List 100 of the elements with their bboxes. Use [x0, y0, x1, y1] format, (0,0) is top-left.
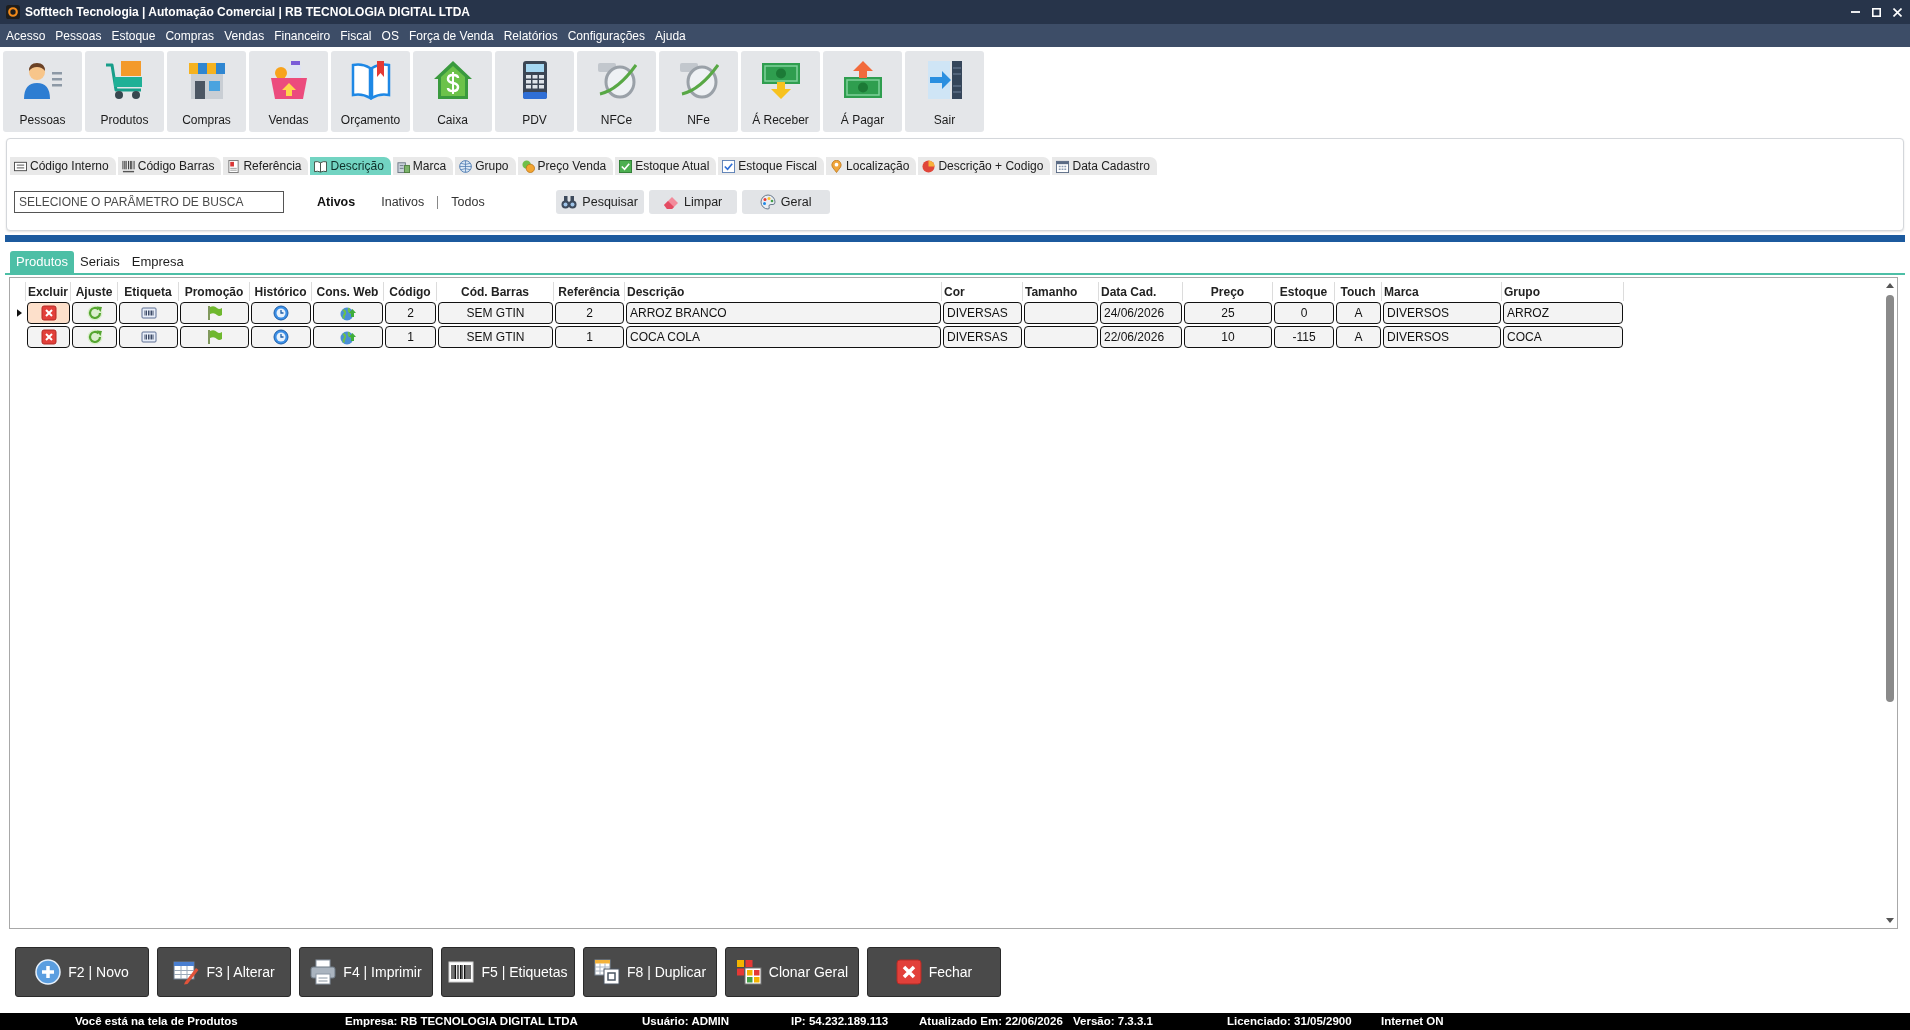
action-cell[interactable]	[27, 302, 70, 324]
toolbar-button[interactable]: NFe	[659, 51, 738, 132]
search-tab[interactable]: Código Barras	[117, 157, 222, 175]
toolbar-button[interactable]: Produtos	[85, 51, 164, 132]
column-header[interactable]: Touch	[1335, 282, 1382, 301]
column-header[interactable]: Descrição	[625, 282, 942, 301]
action-cell[interactable]	[119, 326, 178, 348]
filter-option[interactable]: Ativos	[304, 192, 369, 212]
clear-button[interactable]: Limpar	[648, 190, 737, 214]
search-tab[interactable]: Grupo	[455, 157, 516, 175]
search-tab[interactable]: Localização	[826, 157, 917, 175]
column-header[interactable]: Preço	[1183, 282, 1273, 301]
close-button[interactable]: Fechar	[867, 947, 1001, 997]
tab[interactable]: Empresa	[125, 251, 190, 273]
menu-item[interactable]: Fiscal	[340, 26, 372, 45]
menu-item[interactable]: Relatórios	[503, 26, 558, 45]
building-icon	[396, 159, 410, 173]
labels-button[interactable]: F5 | Etiquetas	[441, 947, 575, 997]
action-cell[interactable]	[251, 326, 311, 348]
duplicate-button[interactable]: F8 | Duplicar	[583, 947, 717, 997]
column-header[interactable]: Tamanho	[1023, 282, 1099, 301]
refresh-icon	[86, 305, 103, 321]
action-cell[interactable]	[72, 326, 117, 348]
column-header[interactable]: Cons. Web	[312, 282, 384, 301]
clone-button[interactable]: Clonar Geral	[725, 947, 859, 997]
maximize-icon[interactable]	[1872, 7, 1881, 17]
globe-icon	[459, 159, 473, 173]
action-cell[interactable]	[180, 326, 249, 348]
filter-option[interactable]: Inativos	[368, 192, 438, 212]
menu-item[interactable]: Financeiro	[274, 26, 331, 45]
column-header[interactable]: Ajuste	[71, 282, 118, 301]
toolbar-button[interactable]: Á Receber	[741, 51, 820, 132]
search-field[interactable]: SELECIONE O PARÂMETRO DE BUSCA	[14, 191, 284, 213]
search-tab[interactable]: Descrição	[310, 157, 391, 175]
action-cell[interactable]	[313, 302, 383, 324]
x-square-icon	[895, 959, 922, 985]
search-tab[interactable]: Referência	[223, 157, 309, 175]
action-cell[interactable]	[27, 326, 70, 348]
action-cell[interactable]	[180, 302, 249, 324]
search-tab[interactable]: Preço Venda	[517, 157, 614, 175]
print-button[interactable]: F4 | Imprimir	[299, 947, 433, 997]
search-tab[interactable]: Estoque Atual	[615, 157, 717, 175]
menu-item[interactable]: Vendas	[224, 26, 265, 45]
search-tab[interactable]: Data Cadastro	[1052, 157, 1157, 175]
column-header[interactable]: Grupo	[1502, 282, 1624, 301]
action-cell[interactable]	[119, 302, 178, 324]
scrollbar-thumb[interactable]	[1886, 295, 1894, 702]
toolbar-button[interactable]: Compras	[167, 51, 246, 132]
toolbar-button[interactable]: Caixa	[413, 51, 492, 132]
toolbar-button[interactable]: Sair	[905, 51, 984, 132]
search-tab[interactable]: Descrição + Codigo	[918, 157, 1051, 175]
toolbar-button[interactable]: PDV	[495, 51, 574, 132]
toolbar-button[interactable]: Vendas	[249, 51, 328, 132]
menu-item[interactable]: OS	[381, 26, 399, 45]
menu-item[interactable]: Força de Venda	[408, 26, 494, 45]
column-header[interactable]: Histórico	[250, 282, 312, 301]
column-header[interactable]: Data Cad.	[1099, 282, 1183, 301]
action-cell[interactable]	[313, 326, 383, 348]
new-button[interactable]: F2 | Novo	[15, 947, 149, 997]
column-header[interactable]: Estoque	[1273, 282, 1335, 301]
status-text: Usuário: ADMIN	[642, 1013, 731, 1029]
action-cell[interactable]	[72, 302, 117, 324]
history-icon	[273, 305, 289, 321]
toolbar-button[interactable]: Á Pagar	[823, 51, 902, 132]
status-text: Empresa: RB TECNOLOGIA DIGITAL LTDA	[345, 1013, 579, 1029]
toolbar-button[interactable]: Pessoas	[3, 51, 82, 132]
menu-item[interactable]: Ajuda	[655, 26, 686, 45]
search-tab[interactable]: Estoque Fiscal	[718, 157, 825, 175]
edit-button[interactable]: F3 | Alterar	[157, 947, 291, 997]
general-button[interactable]: Geral	[741, 190, 830, 214]
caret-up-icon[interactable]	[1886, 283, 1894, 288]
toolbar-button[interactable]: Orçamento	[331, 51, 410, 132]
column-header[interactable]: Promoção	[179, 282, 250, 301]
column-header[interactable]: Excluir	[26, 282, 71, 301]
action-cell[interactable]	[251, 302, 311, 324]
column-header[interactable]: Referência	[554, 282, 625, 301]
table-cell: DIVERSOS	[1383, 326, 1501, 348]
tab[interactable]: Seriais	[74, 251, 126, 273]
caret-down-icon[interactable]	[1886, 918, 1894, 923]
column-header[interactable]: Código	[384, 282, 437, 301]
menu-item[interactable]: Configurações	[567, 26, 646, 45]
column-header[interactable]: Etiqueta	[118, 282, 179, 301]
toolbar-button[interactable]: NFCe	[577, 51, 656, 132]
search-button[interactable]: Pesquisar	[555, 190, 644, 214]
filter-option[interactable]: Todos	[438, 192, 498, 212]
close-icon[interactable]	[1893, 7, 1902, 17]
store-icon	[186, 60, 227, 100]
column-header[interactable]: Marca	[1382, 282, 1502, 301]
person-list-icon	[22, 60, 63, 100]
search-tab[interactable]: Código Interno	[10, 157, 116, 175]
menu-item[interactable]: Compras	[165, 26, 215, 45]
menu-item[interactable]: Estoque	[111, 26, 156, 45]
menu-item[interactable]: Pessoas	[55, 26, 102, 45]
status-text: Licenciado: 31/05/2900	[1227, 1013, 1353, 1029]
table-cell: ARROZ	[1503, 302, 1623, 324]
column-header[interactable]: Cód. Barras	[437, 282, 554, 301]
search-tab[interactable]: Marca	[392, 157, 454, 175]
menu-item[interactable]: Acesso	[6, 26, 46, 45]
plus-circle-icon	[35, 959, 62, 985]
column-header[interactable]: Cor	[942, 282, 1023, 301]
